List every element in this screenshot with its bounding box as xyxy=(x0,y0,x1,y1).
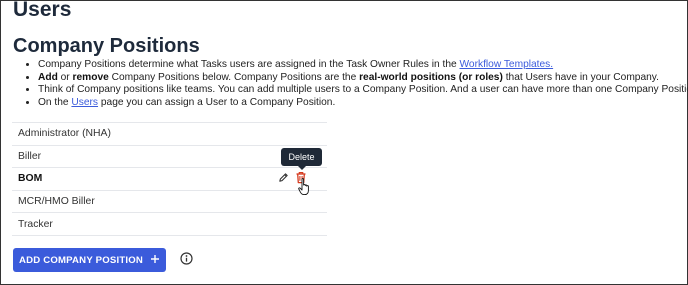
instructions-list: Company Positions determine what Tasks u… xyxy=(25,59,688,109)
instruction-text: Company Positions determine what Tasks u… xyxy=(38,59,460,70)
instruction-text: Company Positions below. Company Positio… xyxy=(108,71,360,83)
position-row[interactable]: Tracker xyxy=(12,213,327,236)
position-name: BOM xyxy=(18,173,43,185)
instruction-item: Think of Company positions like teams. Y… xyxy=(38,84,688,97)
workflow-templates-link[interactable]: Workflow Templates. xyxy=(459,59,553,70)
add-button-label: ADD COMPANY POSITION xyxy=(18,254,144,266)
window-frame: Users Company Positions Company Position… xyxy=(0,0,688,285)
position-name: Biller xyxy=(18,150,42,162)
position-name: Administrator (NHA) xyxy=(18,128,111,140)
info-icon[interactable] xyxy=(180,252,193,270)
instruction-text: or xyxy=(57,71,73,83)
remove-emphasis: remove xyxy=(72,71,109,83)
add-company-position-button[interactable]: ADD COMPANY POSITION xyxy=(13,248,166,272)
instruction-text: page you can assign a User to a Company … xyxy=(98,96,336,108)
users-page-link[interactable]: Users xyxy=(71,97,98,108)
position-row-hovered[interactable]: BOM xyxy=(12,168,327,191)
add-emphasis: Add xyxy=(38,71,58,83)
company-positions-table: Administrator (NHA) Biller BOM MCR/HMO B… xyxy=(12,122,327,236)
section-title: Company Positions xyxy=(13,35,200,57)
position-row[interactable]: MCR/HMO Biller xyxy=(12,191,327,214)
instruction-text: that Users have in your Company. xyxy=(502,71,659,83)
roles-emphasis: real-world positions (or roles) xyxy=(359,71,503,83)
instruction-text: On the xyxy=(38,96,72,108)
instruction-item: Add or remove Company Positions below. C… xyxy=(38,72,688,85)
edit-pencil-icon[interactable] xyxy=(278,172,289,186)
position-row[interactable]: Administrator (NHA) xyxy=(12,123,327,146)
instruction-item: On the Users page you can assign a User … xyxy=(38,97,688,110)
position-row[interactable]: Biller xyxy=(12,146,327,169)
plus-icon xyxy=(150,254,160,267)
instruction-text: Think of Company positions like teams. Y… xyxy=(38,84,688,96)
instruction-item: Company Positions determine what Tasks u… xyxy=(38,59,688,72)
hand-pointer-cursor-icon xyxy=(298,178,311,201)
delete-tooltip: Delete xyxy=(281,148,322,170)
position-name: MCR/HMO Biller xyxy=(18,196,95,208)
page-title: Users xyxy=(13,0,72,21)
position-name: Tracker xyxy=(18,218,53,230)
